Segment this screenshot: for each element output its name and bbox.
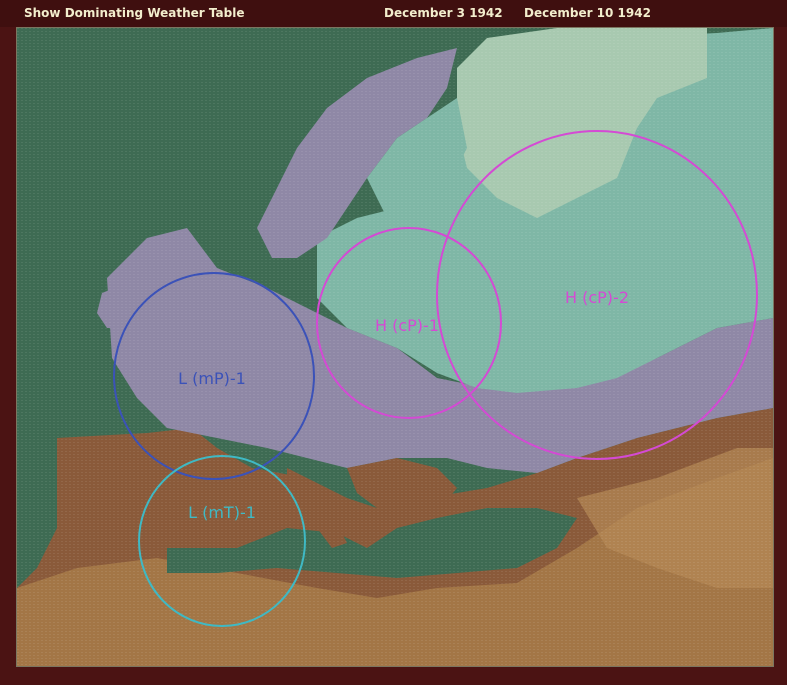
weather-system-label: L (mT)-1	[188, 503, 256, 522]
weather-system-label: H (cP)-1	[375, 316, 439, 335]
date-from: December 3 1942	[384, 6, 503, 20]
window-frame: Show Dominating Weather Table December 3…	[0, 0, 787, 685]
map-texture	[17, 28, 773, 666]
weather-system-label: H (cP)-2	[565, 288, 629, 307]
weather-map[interactable]: L (mP)-1 L (mT)-1 H (cP)-1 H (cP)-2	[16, 27, 774, 667]
map-canvas: L (mP)-1 L (mT)-1 H (cP)-1 H (cP)-2	[17, 28, 773, 666]
weather-system-label: L (mP)-1	[178, 369, 246, 388]
top-bar: Show Dominating Weather Table December 3…	[0, 0, 787, 27]
date-to: December 10 1942	[524, 6, 651, 20]
show-weather-table-button[interactable]: Show Dominating Weather Table	[24, 6, 244, 20]
